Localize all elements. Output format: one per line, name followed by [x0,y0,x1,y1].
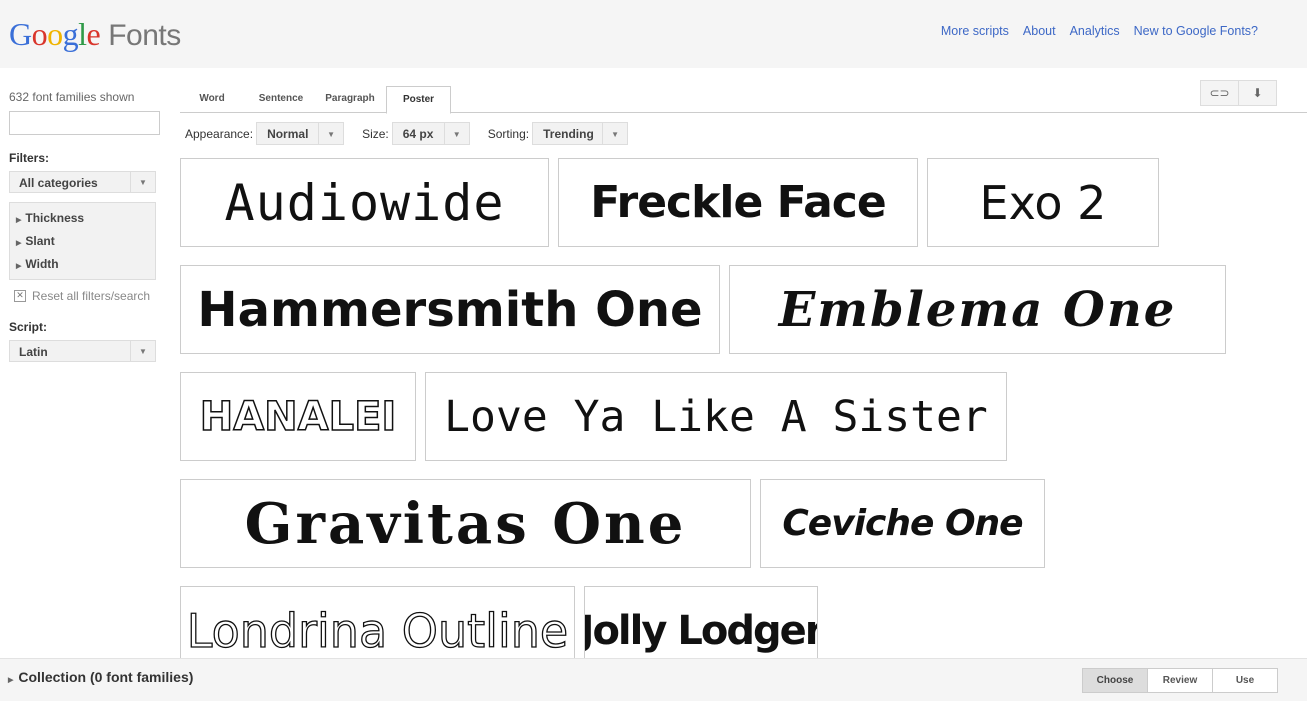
tab-word[interactable]: Word [188,86,236,112]
nav-analytics[interactable]: Analytics [1070,24,1120,38]
font-count: 632 font families shown [9,90,135,104]
size-value: 64 px [402,127,434,141]
chevron-down-icon: ▼ [602,123,627,144]
font-card-exo-2[interactable]: Exo 2 [927,158,1159,247]
sorting-label: Sorting: [487,126,530,141]
close-icon: ✕ [14,290,26,302]
category-value: All categories [19,176,98,190]
google-fonts-logo[interactable]: Google Fonts [9,16,181,53]
filter-list: ▶ Thickness ▶ Slant ▶ Width [9,202,156,280]
triangle-right-icon: ▶ [16,240,22,247]
logo-letter: o [31,16,48,52]
header: Google Fonts More scripts About Analytics… [0,0,1307,68]
toolbar-icons: ⊂⊃ ⬇ [1200,80,1277,106]
font-card-gravitas-one[interactable]: Gravitas One [180,479,751,568]
step-buttons: Choose Review Use [1082,668,1278,693]
filter-label: Slant [25,234,55,248]
reset-label: Reset all filters/search [32,289,151,303]
logo-letter: G [9,16,32,52]
font-card-ceviche-one[interactable]: Ceviche One [760,479,1045,568]
logo-suffix: Fonts [108,19,181,52]
logo-letter: o [47,16,63,52]
triangle-right-icon: ▶ [16,217,22,224]
preview-controls: Appearance: Normal ▼ Size: 64 px ▼ Sorti… [185,122,629,145]
filter-slant[interactable]: ▶ Slant [16,230,155,253]
appearance-value: Normal [267,127,309,141]
appearance-dropdown[interactable]: Normal ▼ [256,122,345,145]
sorting-dropdown[interactable]: Trending ▼ [532,122,629,145]
font-card-emblema-one[interactable]: Emblema One [729,265,1226,354]
logo-letter: e [86,16,101,52]
collection-bar: ▶ Collection (0 font families) Choose Rev… [0,658,1307,701]
nav-about[interactable]: About [1023,24,1056,38]
chevron-down-icon: ▼ [318,123,343,144]
preview-tabs: Word Sentence Paragraph Poster [180,86,1307,114]
font-card-hammersmith-one[interactable]: Hammersmith One [180,265,720,354]
chevron-down-icon: ▼ [443,123,469,144]
download-icon[interactable]: ⬇ [1239,80,1277,106]
review-button[interactable]: Review [1148,668,1213,693]
nav-new-to-google-fonts[interactable]: New to Google Fonts? [1134,24,1258,38]
top-nav: More scripts About Analytics New to Goog… [941,24,1258,38]
reset-filters-button[interactable]: ✕ Reset all filters/search [9,289,158,303]
tab-sentence[interactable]: Sentence [252,86,310,112]
use-button[interactable]: Use [1213,668,1278,693]
font-card-audiowide[interactable]: Audiowide [180,158,549,247]
script-value: Latin [19,345,48,359]
tab-poster[interactable]: Poster [386,86,451,114]
collection-toggle[interactable]: ▶ Collection (0 font families) [8,669,193,685]
filter-label: Width [25,257,59,271]
search-input[interactable] [9,111,160,135]
triangle-right-icon: ▶ [16,263,22,270]
filter-width[interactable]: ▶ Width [16,253,155,276]
size-label: Size: [362,126,389,141]
sidebar: 632 font families shown Filters: All cat… [9,90,160,362]
nav-more-scripts[interactable]: More scripts [941,24,1009,38]
logo-letter: g [62,16,79,52]
category-dropdown[interactable]: All categories ▼ [9,171,156,193]
font-card-freckle-face[interactable]: Freckle Face [558,158,918,247]
collection-label: Collection (0 font families) [18,669,194,685]
link-icon[interactable]: ⊂⊃ [1200,80,1239,106]
font-card-hanalei[interactable]: HANALEI [180,372,416,461]
font-card-love-ya-like-a-sister[interactable]: Love Ya Like A Sister [425,372,1007,461]
triangle-right-icon: ▶ [8,677,14,684]
filters-label: Filters: [9,151,50,165]
chevron-down-icon: ▼ [130,341,155,361]
sorting-value: Trending [543,127,594,141]
choose-button[interactable]: Choose [1082,668,1148,693]
chevron-down-icon: ▼ [130,172,155,192]
script-dropdown[interactable]: Latin ▼ [9,340,156,362]
filter-thickness[interactable]: ▶ Thickness [16,207,155,230]
tab-paragraph[interactable]: Paragraph [320,86,380,112]
appearance-label: Appearance: [185,126,254,141]
filter-label: Thickness [25,211,85,225]
size-dropdown[interactable]: 64 px ▼ [391,122,470,145]
script-label: Script: [9,320,48,334]
logo-letter: l [78,16,87,52]
